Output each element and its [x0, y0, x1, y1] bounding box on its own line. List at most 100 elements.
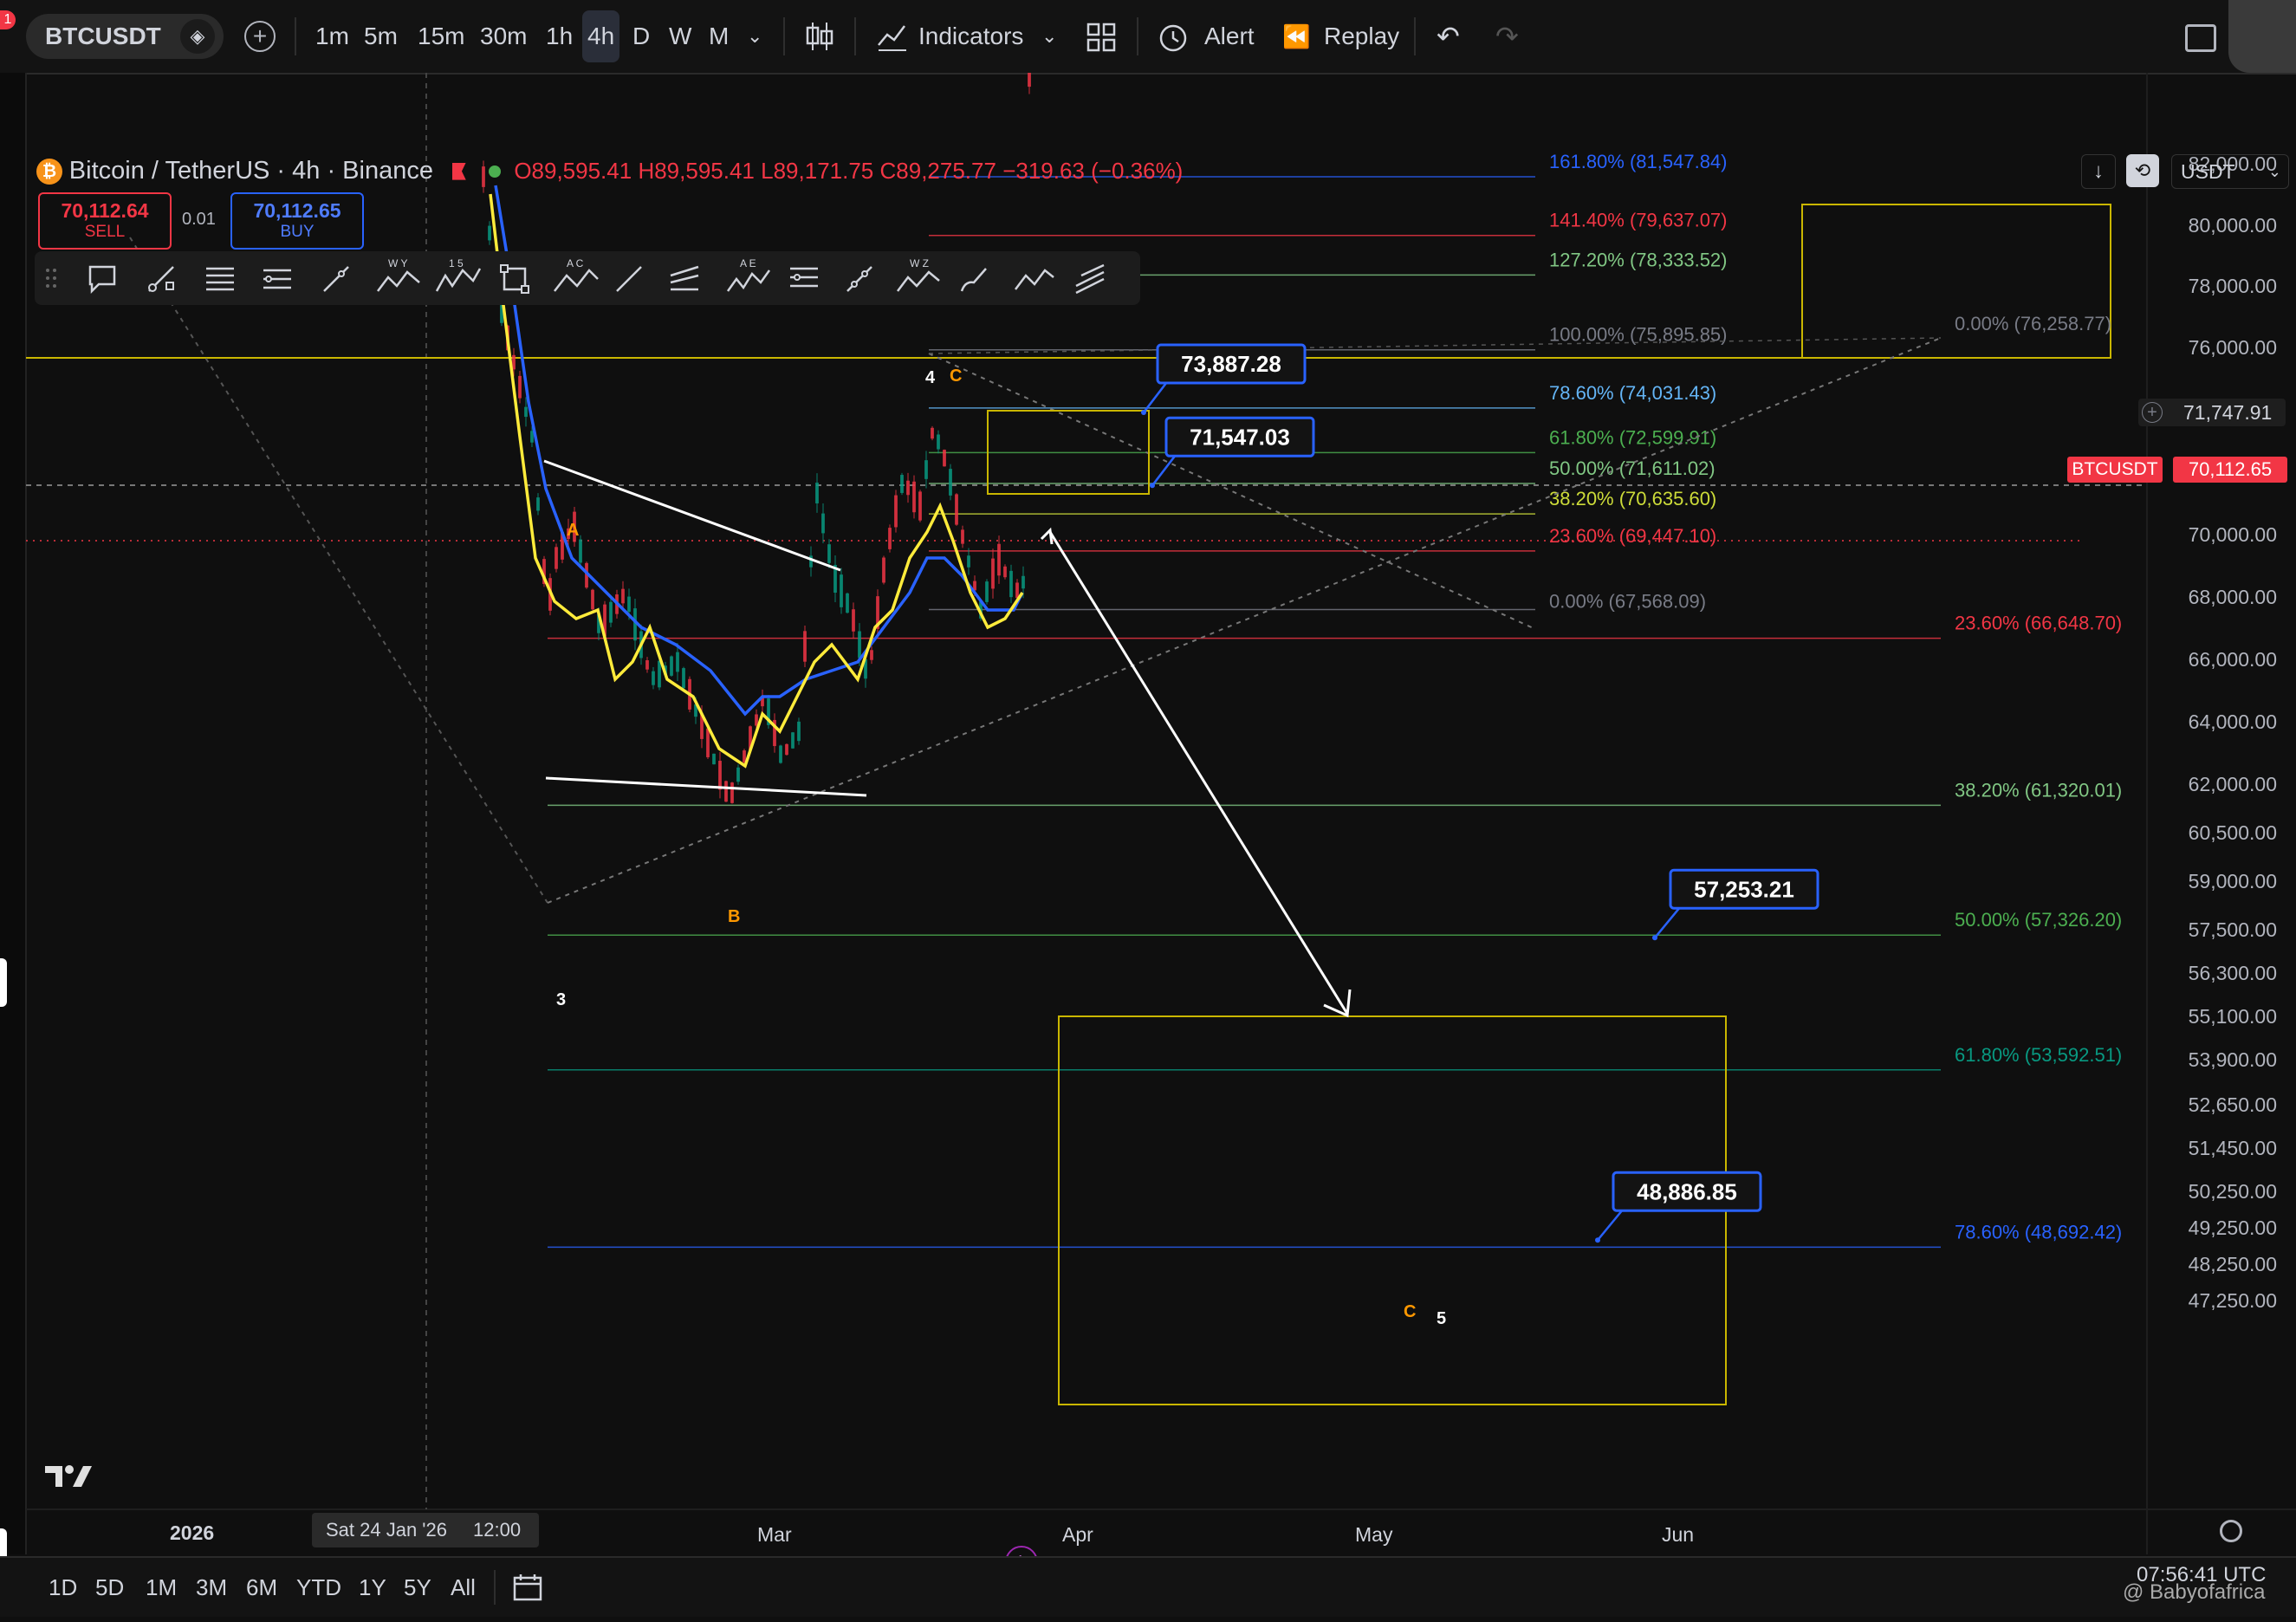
- callout-anchor[interactable]: [1595, 1237, 1600, 1243]
- range-3m[interactable]: 3M: [196, 1558, 227, 1617]
- callout-tool-icon[interactable]: [87, 263, 118, 295]
- undo-icon[interactable]: ↶: [1437, 0, 1460, 73]
- line-tool-icon[interactable]: [613, 263, 645, 295]
- replay-button[interactable]: Replay: [1324, 0, 1399, 73]
- candle-body[interactable]: [779, 745, 782, 763]
- pitchfork-tool-icon[interactable]: [669, 263, 700, 295]
- candle-body[interactable]: [888, 528, 892, 549]
- candle-body[interactable]: [991, 558, 995, 589]
- gann-tool-icon[interactable]: [788, 263, 820, 295]
- layout-grid-icon[interactable]: [1086, 23, 1116, 52]
- candle-body[interactable]: [821, 513, 825, 534]
- candle-body[interactable]: [785, 743, 788, 756]
- fib-retracement-tool-icon[interactable]: [204, 263, 236, 295]
- timeframe-dropdown-icon[interactable]: ⌄: [747, 0, 762, 73]
- symbol-title[interactable]: Bitcoin / TetherUS · 4h · Binance: [69, 157, 433, 185]
- alert-button[interactable]: Alert: [1204, 0, 1255, 73]
- symbol-settings-icon[interactable]: ◈: [180, 19, 215, 54]
- candle-body[interactable]: [652, 671, 655, 685]
- range-5y[interactable]: 5Y: [404, 1558, 431, 1617]
- timeframe-w[interactable]: W: [669, 0, 691, 73]
- auto-scale-button[interactable]: ⟲: [2126, 154, 2159, 187]
- fib-extension-tool-icon[interactable]: [262, 263, 293, 295]
- timeframe-15m[interactable]: 15m: [418, 0, 464, 73]
- candle-body[interactable]: [706, 728, 710, 757]
- candle-body[interactable]: [1022, 575, 1025, 589]
- impulse-wave-tool-icon[interactable]: 1 5: [433, 256, 482, 298]
- range-1d[interactable]: 1D: [49, 1558, 77, 1617]
- fullscreen-icon[interactable]: [2185, 24, 2216, 52]
- callout-anchor[interactable]: [1150, 483, 1155, 489]
- candle-body[interactable]: [937, 434, 940, 450]
- fib-retracement-upper[interactable]: 161.80% (81,547.84) 141.40% (79,637.07) 12…: [929, 151, 1728, 613]
- candle-body[interactable]: [730, 782, 734, 803]
- candle-body[interactable]: [797, 721, 801, 742]
- candle-body[interactable]: [961, 529, 964, 544]
- add-symbol-icon[interactable]: +: [244, 21, 276, 52]
- symbol-search-button[interactable]: BTCUSDT ◈: [26, 14, 224, 59]
- timeframe-4h[interactable]: 4h: [582, 10, 620, 62]
- candle-body[interactable]: [712, 753, 716, 765]
- candle-body[interactable]: [621, 588, 625, 604]
- candle-body[interactable]: [803, 631, 807, 662]
- ae-wave-tool-icon[interactable]: A E: [724, 256, 773, 298]
- range-all[interactable]: All: [451, 1558, 476, 1617]
- alert-clock-icon[interactable]: [1156, 19, 1190, 54]
- callout-anchor[interactable]: [1141, 410, 1146, 416]
- candle-body[interactable]: [791, 732, 795, 749]
- candle-body[interactable]: [840, 574, 843, 607]
- candle-body[interactable]: [846, 593, 849, 613]
- candle-body[interactable]: [815, 483, 819, 503]
- ray-tool-icon[interactable]: [321, 263, 352, 295]
- candle-body[interactable]: [627, 596, 631, 613]
- candle-body[interactable]: [591, 589, 594, 610]
- add-alert-icon[interactable]: +: [2142, 402, 2163, 423]
- trend-line-tool-icon[interactable]: [146, 263, 177, 295]
- drag-handle-icon[interactable]: [45, 267, 57, 289]
- timeframe-1h[interactable]: 1h: [546, 0, 573, 73]
- candle-type-icon[interactable]: [802, 19, 837, 54]
- buy-button[interactable]: 70,112.65 BUY: [230, 192, 364, 250]
- candle-body[interactable]: [1015, 582, 1019, 599]
- calendar-icon[interactable]: [513, 1573, 542, 1601]
- candle-body[interactable]: [645, 659, 649, 670]
- candle-body[interactable]: [955, 494, 958, 525]
- candle-body[interactable]: [943, 450, 946, 467]
- candle-body[interactable]: [882, 557, 885, 583]
- candle-body[interactable]: [900, 475, 904, 493]
- notification-badge[interactable]: 1: [0, 10, 16, 29]
- wz-wave-tool-icon[interactable]: W Z: [894, 256, 943, 298]
- candle-body[interactable]: [670, 656, 673, 676]
- candle-body[interactable]: [676, 652, 679, 672]
- range-1m[interactable]: 1M: [146, 1558, 177, 1617]
- price-callouts[interactable]: 73,887.28 71,547.03 57,253.21 48,886.85: [1141, 343, 1819, 1243]
- indicators-dropdown-icon[interactable]: ⌄: [1041, 0, 1057, 73]
- candle-body[interactable]: [918, 491, 922, 521]
- polyline-tool-icon[interactable]: [1014, 263, 1055, 295]
- replay-icon[interactable]: ⏪: [1282, 0, 1310, 73]
- candle-body[interactable]: [718, 761, 722, 790]
- candle-body[interactable]: [912, 481, 916, 513]
- currency-select[interactable]: USDT ⌄: [2171, 154, 2289, 189]
- chart-area[interactable]: 161.80% (81,547.84) 141.40% (79,637.07) 12…: [0, 73, 2296, 1579]
- candle-body[interactable]: [1003, 566, 1007, 578]
- parallel-channel-tool-icon[interactable]: [1074, 263, 1106, 295]
- range-6m[interactable]: 6M: [246, 1558, 277, 1617]
- timeframe-1m[interactable]: 1m: [315, 0, 349, 73]
- abc-wave-tool-icon[interactable]: A C: [551, 256, 600, 298]
- tradingview-logo-icon[interactable]: [43, 1463, 92, 1489]
- timeframe-d[interactable]: D: [632, 0, 650, 73]
- settings-gear-icon[interactable]: [2220, 1520, 2242, 1542]
- range-1y[interactable]: 1Y: [359, 1558, 386, 1617]
- redo-icon[interactable]: ↷: [1495, 0, 1519, 73]
- candle-body[interactable]: [870, 650, 873, 660]
- timeframe-30m[interactable]: 30m: [480, 0, 527, 73]
- scroll-down-button[interactable]: ↓: [2081, 154, 2116, 189]
- left-edge-tab[interactable]: [0, 958, 7, 1007]
- candle-body[interactable]: [1009, 570, 1013, 598]
- candle-body[interactable]: [555, 547, 558, 569]
- candle-body[interactable]: [967, 555, 970, 568]
- candle-body[interactable]: [658, 660, 661, 688]
- candle-body[interactable]: [524, 406, 528, 418]
- indicators-icon[interactable]: [875, 19, 910, 54]
